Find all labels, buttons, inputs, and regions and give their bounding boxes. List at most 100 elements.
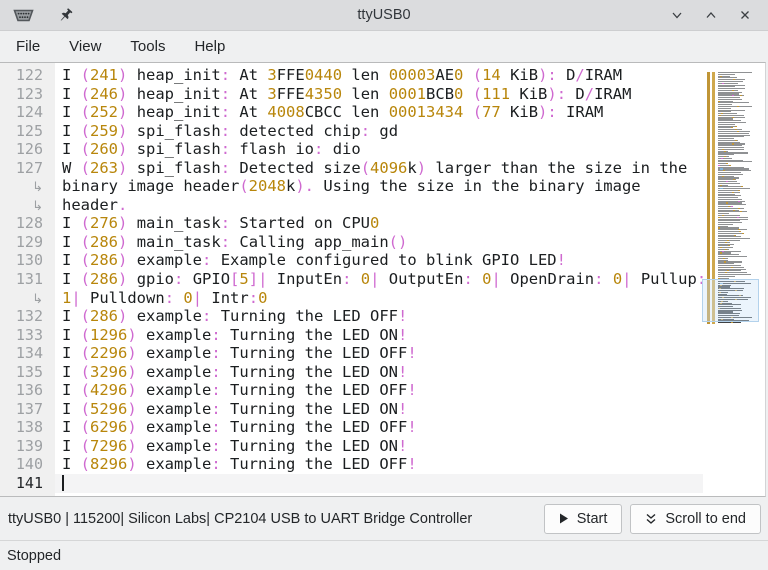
log-text: I (1296) example: Turning the LED ON! [62, 325, 408, 344]
log-text: I (259) spi_flash: detected chip: gd [62, 121, 399, 140]
log-line: 126 I (260) spi_flash: flash io: dio [0, 140, 703, 159]
log-line: 141 [0, 474, 703, 493]
play-icon [559, 513, 569, 524]
line-number: 140 [15, 455, 43, 474]
menu-help[interactable]: Help [188, 34, 231, 59]
log-line: 139 I (7296) example: Turning the LED ON! [0, 437, 703, 456]
log-line: 132 I (286) example: Turning the LED OFF! [0, 307, 703, 326]
log-line: 134 I (2296) example: Turning the LED OFF… [0, 344, 703, 363]
log-view[interactable]: 122 I (241) heap_init: At 3FFE0440 len 00… [0, 62, 766, 497]
menu-view[interactable]: View [63, 34, 107, 59]
minimap-line [718, 322, 741, 324]
log-line: 140 I (8296) example: Turning the LED OFF… [0, 455, 703, 474]
line-number: 131 [15, 270, 43, 289]
log-line: 124 I (252) heap_init: At 4008CBCC len 00… [0, 103, 703, 122]
minimap-scrollbar[interactable] [702, 72, 761, 332]
minimap-line [735, 125, 738, 127]
line-number: 129 [15, 232, 43, 251]
line-number: 130 [15, 251, 43, 270]
wrap-marker-icon: ↳ [32, 198, 43, 214]
log-line: 123 I (246) heap_init: At 3FFE4350 len 00… [0, 85, 703, 104]
line-number: 138 [15, 418, 43, 437]
log-text: I (3296) example: Turning the LED ON! [62, 362, 408, 381]
log-text: I (252) heap_init: At 4008CBCC len 00013… [62, 103, 604, 122]
close-icon[interactable] [736, 6, 754, 24]
text-cursor [62, 475, 64, 492]
line-number: 134 [15, 344, 43, 363]
log-text: I (6296) example: Turning the LED OFF! [62, 418, 417, 437]
log-text: I (7296) example: Turning the LED ON! [62, 436, 408, 455]
log-text: I (246) heap_init: At 3FFE4350 len 0001B… [62, 84, 632, 103]
log-text: I (2296) example: Turning the LED OFF! [62, 344, 417, 363]
status-text: Stopped [7, 547, 62, 564]
log-line: 136 I (4296) example: Turning the LED OFF… [0, 381, 703, 400]
line-number: 136 [15, 381, 43, 400]
connection-bar: ttyUSB0 | 115200| Silicon Labs| CP2104 U… [0, 497, 768, 540]
log-line: 122 I (241) heap_init: At 3FFE0440 len 00… [0, 66, 703, 85]
minimap-line [737, 105, 740, 108]
log-line: 128 I (276) main_task: Started on CPU0 [0, 214, 703, 233]
line-number: 132 [15, 307, 43, 326]
log-line: 127 W (263) spi_flash: Detected size(4096… [0, 159, 703, 178]
log-line: 125 I (259) spi_flash: detected chip: gd [0, 122, 703, 141]
menu-file[interactable]: File [10, 34, 46, 59]
wrap-marker-icon: ↳ [32, 291, 43, 307]
line-number: 124 [15, 103, 43, 122]
app-window: ttyUSB0 File View Tools Help 122 I (241) … [0, 0, 768, 570]
statusbar: Stopped [0, 540, 768, 570]
log-line-wrap: ↳ 1| Pulldown: 0| Intr:0 [0, 289, 703, 308]
titlebar: ttyUSB0 [0, 0, 768, 31]
scroll-to-end-label: Scroll to end [665, 510, 746, 527]
log-line: 137 I (5296) example: Turning the LED ON! [0, 400, 703, 419]
line-number: 135 [15, 362, 43, 381]
minimap-line [730, 322, 733, 324]
log-text: header. [62, 195, 128, 214]
start-button-label: Start [576, 510, 608, 527]
window-title: ttyUSB0 [357, 7, 411, 23]
start-button[interactable]: Start [543, 503, 623, 534]
scroll-to-end-icon [645, 513, 657, 525]
log-lines: 122 I (241) heap_init: At 3FFE0440 len 00… [0, 66, 707, 493]
line-number: 141 [15, 474, 43, 493]
log-line: 133 I (1296) example: Turning the LED ON! [0, 326, 703, 345]
device-label: ttyUSB0 | 115200| Silicon Labs| CP2104 U… [8, 510, 473, 527]
log-line: 130 I (286) example: Example configured t… [0, 251, 703, 270]
log-line: 129 I (286) main_task: Calling app_main() [0, 233, 703, 252]
minimap-line [740, 211, 743, 213]
serial-port-app-icon [12, 6, 35, 25]
pin-icon[interactable] [57, 7, 74, 24]
line-number: 125 [15, 121, 43, 140]
log-text: binary image header(2048k). Using the si… [62, 177, 641, 196]
line-number: 133 [15, 325, 43, 344]
wrap-marker-icon: ↳ [32, 180, 43, 196]
log-text: I (276) main_task: Started on CPU0 [62, 214, 380, 233]
line-number: 139 [15, 436, 43, 455]
maximize-icon[interactable] [702, 6, 720, 24]
line-number: 122 [15, 66, 43, 84]
log-line: 131 I (286) gpio: GPIO[5]| InputEn: 0| Ou… [0, 270, 707, 289]
log-text: I (286) example: Example configured to b… [62, 251, 566, 270]
log-text: I (4296) example: Turning the LED OFF! [62, 381, 417, 400]
log-line: 135 I (3296) example: Turning the LED ON! [0, 363, 703, 382]
log-text: 1| Pulldown: 0| Intr:0 [62, 288, 268, 307]
menu-tools[interactable]: Tools [124, 34, 171, 59]
log-text: I (5296) example: Turning the LED ON! [62, 399, 408, 418]
log-text: I (286) main_task: Calling app_main() [62, 232, 408, 251]
minimize-icon[interactable] [668, 6, 686, 24]
line-number: 128 [15, 214, 43, 233]
log-text: I (286) gpio: GPIO[5]| InputEn: 0| Outpu… [62, 270, 707, 289]
minimap-line [741, 232, 744, 234]
log-text: W (263) spi_flash: Detected size(4096k) … [62, 158, 688, 177]
log-text: I (8296) example: Turning the LED OFF! [62, 455, 417, 474]
log-text: I (260) spi_flash: flash io: dio [62, 140, 361, 159]
minimap-viewport[interactable] [702, 279, 759, 322]
log-line-wrap: ↳ binary image header(2048k). Using the s… [0, 177, 703, 196]
log-text: I (241) heap_init: At 3FFE0440 len 00003… [62, 66, 623, 84]
line-number: 127 [15, 158, 43, 177]
line-number: 123 [15, 84, 43, 103]
scroll-to-end-button[interactable]: Scroll to end [630, 503, 761, 534]
log-line-wrap: ↳ header. [0, 196, 703, 215]
line-number: 126 [15, 140, 43, 159]
log-text: I (286) example: Turning the LED OFF! [62, 307, 408, 326]
log-line: 138 I (6296) example: Turning the LED OFF… [0, 418, 703, 437]
